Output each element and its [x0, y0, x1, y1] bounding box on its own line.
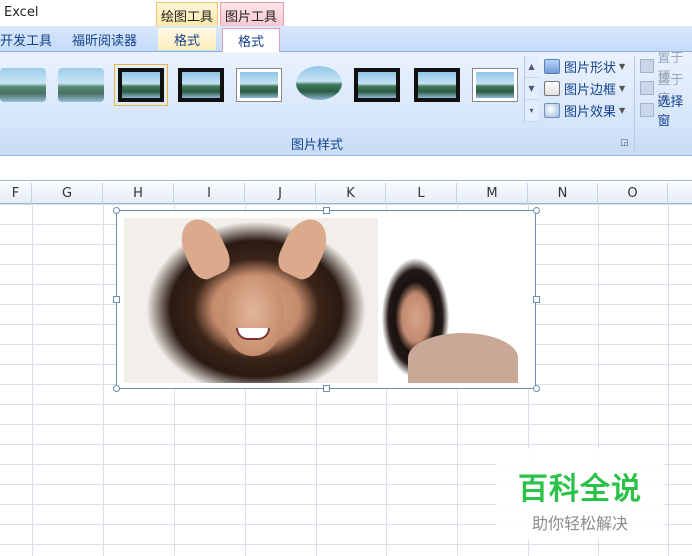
style-thumb-white-frame[interactable]	[472, 68, 518, 102]
column-header-g[interactable]: G	[32, 183, 103, 204]
picture-shape-icon	[544, 58, 560, 74]
selection-pane-icon	[640, 103, 655, 117]
picture-shape-label: 图片形状	[564, 60, 617, 76]
group-separator	[634, 56, 635, 152]
tab-foxit-reader[interactable]: 福昕阅读器	[72, 30, 137, 49]
column-header-i[interactable]: I	[174, 183, 245, 204]
resize-handle-bottom[interactable]	[323, 385, 330, 392]
style-thumb-thick-black-frame[interactable]	[114, 64, 168, 106]
resize-handle-top-left[interactable]	[113, 207, 120, 214]
column-header-f[interactable]: F	[0, 183, 32, 204]
style-thumb-reflected[interactable]	[0, 68, 46, 102]
column-header-h[interactable]: H	[103, 183, 174, 204]
picture-border-label: 图片边框	[564, 82, 617, 98]
chevron-down-icon: ▼	[619, 83, 626, 93]
context-tab-picture-tools[interactable]: 图片工具	[220, 2, 284, 26]
column-header-m[interactable]: M	[457, 183, 528, 204]
watermark-subtitle: 助你轻松解决	[531, 514, 628, 533]
resize-handle-left[interactable]	[113, 296, 120, 303]
chevron-down-icon: ▼	[619, 105, 626, 115]
gallery-down-icon[interactable]: ▼	[525, 78, 538, 100]
column-header-l[interactable]: L	[386, 183, 457, 204]
ribbon-tab-bar: 开发工具 福昕阅读器 格式 格式	[0, 26, 692, 52]
tab-format-picture[interactable]: 格式	[222, 28, 280, 52]
style-thumb-black-shadow[interactable]	[178, 68, 224, 102]
grid-line	[668, 204, 669, 556]
watermark: 百科全说 助你轻松解决	[496, 448, 664, 540]
selection-pane-label: 选择窗	[657, 95, 684, 129]
resize-handle-top-right[interactable]	[533, 207, 540, 214]
resize-handle-bottom-left[interactable]	[113, 385, 120, 392]
selected-picture[interactable]	[116, 210, 536, 389]
app-title: Excel	[4, 5, 39, 20]
resize-handle-bottom-right[interactable]	[533, 385, 540, 392]
resize-handle-right[interactable]	[533, 296, 540, 303]
style-thumb-double-frame[interactable]	[354, 68, 400, 102]
gallery-up-icon[interactable]: ▲	[525, 56, 538, 78]
column-header-o[interactable]: O	[598, 183, 668, 204]
dialog-launcher-icon[interactable]: ◲	[620, 138, 629, 148]
picture-border-icon	[544, 80, 560, 96]
context-tab-drawing-tools[interactable]: 绘图工具	[156, 2, 218, 26]
send-backward-icon	[640, 81, 655, 95]
selection-pane-button[interactable]: 选择窗	[640, 95, 692, 129]
title-bar: Excel 绘图工具 图片工具	[0, 0, 692, 26]
grid-line	[32, 204, 33, 556]
column-header-n[interactable]: N	[528, 183, 598, 204]
style-thumb-soft-edge[interactable]	[58, 68, 104, 102]
bring-forward-icon	[640, 59, 655, 73]
column-header-k[interactable]: K	[316, 183, 386, 204]
picture-border-button[interactable]: 图片边框 ▼	[544, 78, 625, 98]
photo-angry-woman	[378, 238, 528, 383]
photo-laughing-woman	[124, 218, 378, 383]
chevron-down-icon: ▼	[619, 61, 626, 71]
tab-developer[interactable]: 开发工具	[0, 30, 52, 49]
gallery-scroll[interactable]: ▲ ▼ ▾	[524, 56, 538, 122]
column-headers: F G H I J K L M N O	[0, 183, 692, 204]
picture-effect-label: 图片效果	[564, 104, 617, 120]
picture-effect-icon	[544, 102, 560, 118]
grid-line	[103, 204, 104, 556]
tab-format-drawing[interactable]: 格式	[158, 28, 216, 50]
formula-bar[interactable]	[0, 157, 692, 181]
ribbon: ▲ ▼ ▾ 图片形状 ▼ 图片边框 ▼ 图片效果 ▼ 图片样式 ◲ 置于顶 置于…	[0, 51, 692, 156]
picture-style-gallery[interactable]	[0, 56, 524, 122]
watermark-title: 百科全说	[518, 472, 642, 507]
picture-effect-button[interactable]: 图片效果 ▼	[544, 100, 625, 120]
resize-handle-top[interactable]	[323, 207, 330, 214]
column-header-j[interactable]: J	[245, 183, 316, 204]
gallery-more-icon[interactable]: ▾	[525, 100, 538, 122]
style-thumb-oval[interactable]	[296, 66, 342, 100]
picture-shape-button[interactable]: 图片形状 ▼	[544, 56, 625, 76]
style-thumb-thin-black[interactable]	[414, 68, 460, 102]
group-label-picture-styles: 图片样式	[290, 138, 343, 153]
style-thumb-simple-frame[interactable]	[236, 68, 282, 102]
